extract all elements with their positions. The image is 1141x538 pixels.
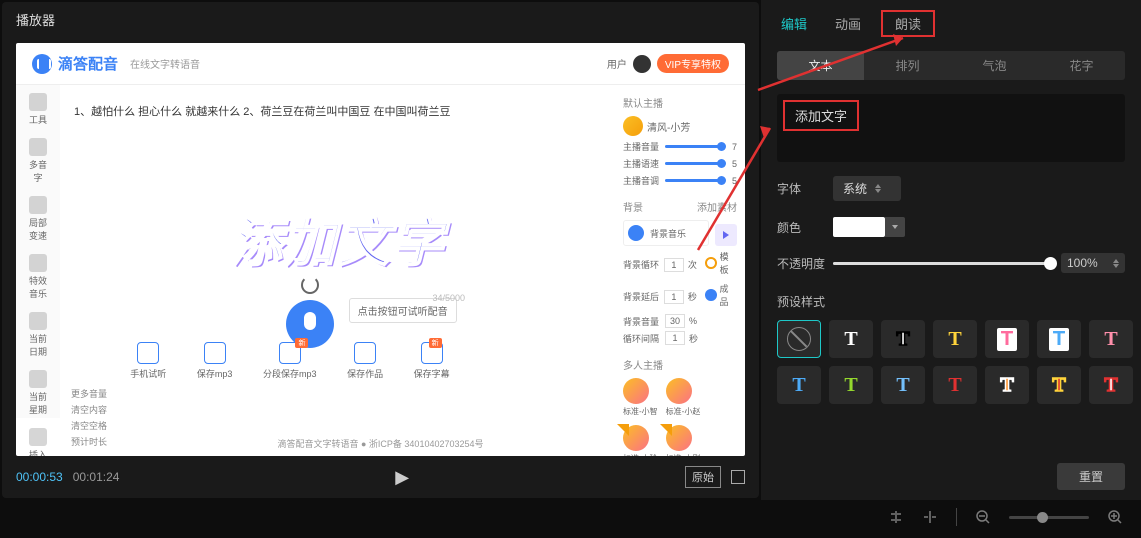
mic-button-icon bbox=[286, 300, 334, 348]
preset-style[interactable]: T bbox=[933, 366, 977, 404]
preview-tool: 新保存字幕 bbox=[414, 342, 450, 380]
preview-side-item: 工具 bbox=[26, 93, 50, 126]
preset-style[interactable]: T bbox=[829, 320, 873, 358]
color-label: 颜色 bbox=[777, 219, 833, 236]
sample-text: 1、越怕什么 担心什么 就越来什么 2、荷兰豆在荷兰叫中国豆 在中国叫荷兰豆 bbox=[74, 103, 601, 119]
subtab-fancy[interactable]: 花字 bbox=[1038, 51, 1125, 80]
preview-tool: 手机试听 bbox=[130, 342, 166, 380]
font-label: 字体 bbox=[777, 180, 833, 197]
preview-side-item: 特效音乐 bbox=[26, 254, 50, 300]
overlay-caption: 添加文字 bbox=[229, 201, 445, 276]
opacity-slider[interactable] bbox=[833, 262, 1051, 265]
brand-name: 滴答配音 bbox=[58, 53, 118, 74]
preview-side-item: 当前日期 bbox=[26, 312, 50, 358]
split-icon[interactable] bbox=[922, 509, 938, 525]
timeline-toolbar bbox=[0, 500, 1141, 534]
preview-sidebar: 工具多音字局部变速特效音乐当前日期当前星期插入停顿 bbox=[16, 85, 60, 418]
preset-style[interactable]: T bbox=[1089, 320, 1133, 358]
text-input-area[interactable]: 添加文字 bbox=[777, 94, 1125, 162]
preview-tool: 新分段保存mp3 bbox=[263, 342, 317, 380]
properties-panel: 编辑 动画 朗读 文本 排列 气泡 花字 添加文字 字体 系统 颜色 bbox=[761, 0, 1141, 500]
opacity-label: 不透明度 bbox=[777, 255, 833, 272]
subtab-arrange[interactable]: 排列 bbox=[864, 51, 951, 80]
preset-style[interactable]: T bbox=[985, 366, 1029, 404]
text-placeholder: 添加文字 bbox=[783, 100, 859, 131]
player-controls: 00:00:53 00:01:24 ▶ 原始 bbox=[2, 460, 759, 498]
video-preview: 滴答配音 在线文字转语音 用户 VIP专享特权 工具多音字局部变速特效音乐当前日… bbox=[16, 43, 745, 456]
player-panel: 播放器 滴答配音 在线文字转语音 用户 VIP专享特权 工具多音字 bbox=[2, 2, 759, 498]
color-dropdown[interactable] bbox=[885, 217, 905, 237]
preset-style[interactable]: T bbox=[1037, 320, 1081, 358]
time-duration: 00:01:24 bbox=[73, 470, 120, 484]
preview-tool: 保存作品 bbox=[347, 342, 383, 380]
refresh-icon bbox=[301, 276, 319, 294]
char-count: 34/5000 bbox=[432, 293, 465, 303]
zoom-slider[interactable] bbox=[1009, 516, 1089, 519]
font-select[interactable]: 系统 bbox=[833, 176, 901, 201]
color-swatch[interactable] bbox=[833, 217, 885, 237]
subtab-bubble[interactable]: 气泡 bbox=[951, 51, 1038, 80]
user-label: 用户 bbox=[607, 56, 627, 71]
avatar bbox=[633, 55, 651, 73]
preset-style[interactable] bbox=[777, 320, 821, 358]
fullscreen-icon[interactable] bbox=[731, 470, 745, 484]
preset-style[interactable]: T bbox=[881, 366, 925, 404]
preview-side-item: 当前星期 bbox=[26, 370, 50, 416]
brand-logo-icon bbox=[32, 54, 52, 74]
subtab-text[interactable]: 文本 bbox=[777, 51, 864, 80]
play-button[interactable]: ▶ bbox=[395, 467, 409, 488]
preset-style[interactable]: T bbox=[1089, 366, 1133, 404]
zoom-in-icon[interactable] bbox=[1107, 509, 1123, 525]
preset-style[interactable]: T bbox=[881, 320, 925, 358]
preview-side-item: 多音字 bbox=[26, 138, 50, 184]
tab-animation[interactable]: 动画 bbox=[833, 10, 863, 37]
opacity-value[interactable]: 100% bbox=[1061, 253, 1125, 273]
player-title: 播放器 bbox=[2, 2, 759, 37]
brand-sub: 在线文字转语音 bbox=[130, 56, 200, 71]
preset-style[interactable]: T bbox=[829, 366, 873, 404]
preset-style[interactable]: T bbox=[1037, 366, 1081, 404]
time-current: 00:00:53 bbox=[16, 470, 63, 484]
preset-style[interactable]: T bbox=[985, 320, 1029, 358]
preview-footer: 滴答配音文字转语音 ● 浙ICP备 34010402703254号 bbox=[16, 437, 745, 450]
zoom-out-icon[interactable] bbox=[975, 509, 991, 525]
preset-style[interactable]: T bbox=[933, 320, 977, 358]
tab-edit[interactable]: 编辑 bbox=[779, 10, 809, 37]
tab-read-aloud[interactable]: 朗读 bbox=[893, 13, 923, 36]
preview-tool: 保存mp3 bbox=[197, 342, 233, 380]
preset-style[interactable]: T bbox=[777, 366, 821, 404]
ratio-selector[interactable]: 原始 bbox=[685, 466, 721, 488]
align-icon[interactable] bbox=[888, 509, 904, 525]
preset-label: 预设样式 bbox=[777, 293, 1125, 310]
reset-button[interactable]: 重置 bbox=[1057, 463, 1125, 490]
vip-badge: VIP专享特权 bbox=[657, 54, 729, 73]
preview-side-item: 局部变速 bbox=[26, 196, 50, 242]
